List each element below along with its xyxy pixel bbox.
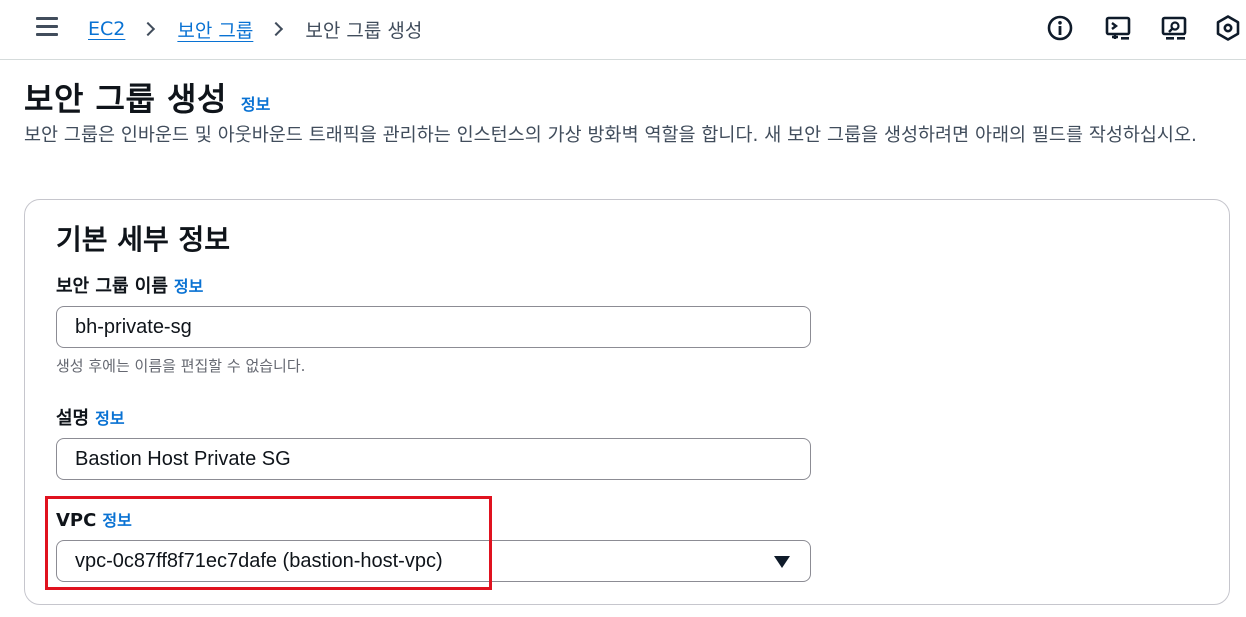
basic-details-container: 기본 세부 정보 보안 그룹 이름 정보 생성 후에는 이름을 편집할 수 없습… [24,199,1230,605]
breadcrumb: EC2 보안 그룹 보안 그룹 생성 [88,14,422,44]
cloudshell-icon[interactable] [1104,14,1132,42]
top-navigation-bar: EC2 보안 그룹 보안 그룹 생성 [0,0,1246,60]
chevron-right-icon [269,21,284,37]
page-description: 보안 그룹은 인바운드 및 아웃바운드 트래픽을 관리하는 인스턴스의 가상 방… [24,125,1197,146]
caret-down-icon [774,556,790,568]
page-header: 보안 그룹 생성 정보 [24,74,270,120]
security-group-name-input[interactable] [56,306,811,348]
security-group-name-label: 보안 그룹 이름 정보 [56,272,203,298]
vpc-label: VPC 정보 [56,507,132,531]
description-info-link[interactable]: 정보 [95,405,124,429]
page-info-link[interactable]: 정보 [241,91,270,115]
info-circle-icon[interactable] [1046,14,1074,42]
description-label: 설명 정보 [56,404,125,430]
security-group-name-label-text: 보안 그룹 이름 [56,276,168,297]
security-group-name-hint: 생성 후에는 이름을 편집할 수 없습니다. [56,357,306,375]
section-title: 기본 세부 정보 [56,223,231,256]
chevron-right-icon [141,21,156,37]
security-group-name-info-link[interactable]: 정보 [174,273,203,297]
vpc-label-text: VPC [56,510,97,531]
vpc-select-value: vpc-0c87ff8f71ec7dafe (bastion-host-vpc) [75,549,443,572]
screen-search-icon[interactable] [1160,14,1188,42]
description-input[interactable] [56,438,811,480]
vpc-select[interactable]: vpc-0c87ff8f71ec7dafe (bastion-host-vpc) [56,540,811,582]
settings-hex-icon[interactable] [1214,14,1242,42]
breadcrumb-link-security-groups[interactable]: 보안 그룹 [177,16,253,43]
breadcrumb-current: 보안 그룹 생성 [305,19,423,42]
breadcrumb-link-ec2[interactable]: EC2 [88,18,125,40]
vpc-info-link[interactable]: 정보 [102,507,131,531]
hamburger-menu-icon[interactable] [34,16,60,38]
description-label-text: 설명 [56,408,90,429]
page-title: 보안 그룹 생성 [24,80,227,118]
